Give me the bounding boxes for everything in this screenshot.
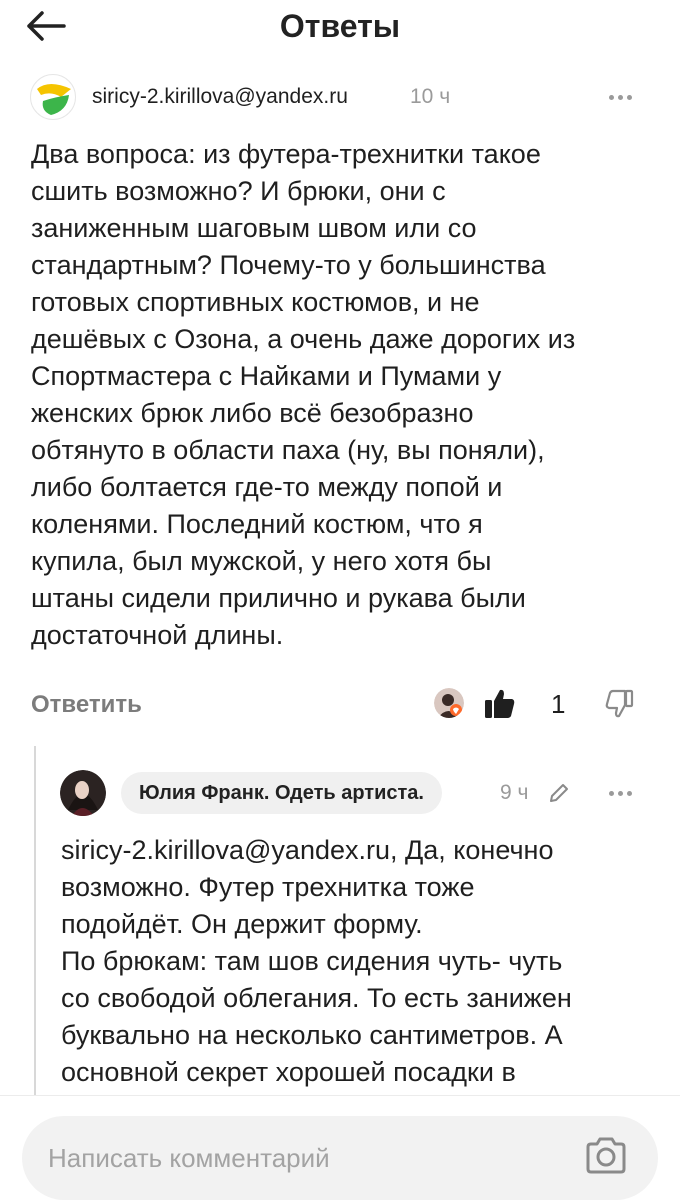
thumbs-down-icon — [605, 689, 634, 718]
camera-button[interactable] — [584, 1136, 628, 1176]
camera-icon — [586, 1137, 626, 1174]
like-button[interactable] — [483, 686, 517, 720]
reply-text: siricy-2.kirillova@yandex.ru, Да, конечн… — [61, 835, 572, 1087]
dots-icon — [626, 790, 632, 796]
reply-author[interactable]: Юлия Франк. Одеть артиста. — [121, 772, 442, 814]
reaction-avatar[interactable] — [434, 688, 464, 718]
comment-author[interactable]: siricy-2.kirillova@yandex.ru — [92, 84, 348, 110]
page-title: Ответы — [279, 8, 401, 44]
avatar[interactable] — [30, 74, 76, 120]
more-options-button[interactable] — [600, 780, 640, 806]
dots-icon — [617, 790, 623, 796]
reply-header: Юлия Франк. Одеть артиста. 9 ч — [60, 770, 650, 820]
dots-icon — [617, 94, 623, 100]
thumbs-up-icon — [485, 689, 515, 718]
comment-actions: Ответить 1 — [31, 684, 651, 724]
dots-icon — [608, 94, 614, 100]
avatar[interactable] — [60, 770, 106, 816]
comment-header: siricy-2.kirillova@yandex.ru 10 ч — [30, 74, 650, 120]
user-logo-icon — [37, 84, 71, 115]
dislike-button[interactable] — [603, 688, 635, 720]
edited-icon — [548, 782, 570, 804]
dots-icon — [608, 790, 614, 796]
dots-icon — [626, 94, 632, 100]
thread-line — [34, 746, 36, 1101]
avatar-image — [434, 688, 464, 718]
comment-composer — [0, 1095, 680, 1200]
like-count: 1 — [551, 689, 566, 719]
comment-text: Два вопроса: из футера-трехнитки такое с… — [31, 139, 576, 650]
header: Ответы — [0, 0, 680, 52]
reply-button[interactable]: Ответить — [31, 690, 142, 720]
reply-time: 9 ч — [500, 781, 529, 804]
comment-input[interactable] — [22, 1116, 658, 1200]
avatar-image — [60, 770, 106, 816]
comment-time: 10 ч — [410, 85, 451, 108]
more-options-button[interactable] — [600, 84, 640, 110]
